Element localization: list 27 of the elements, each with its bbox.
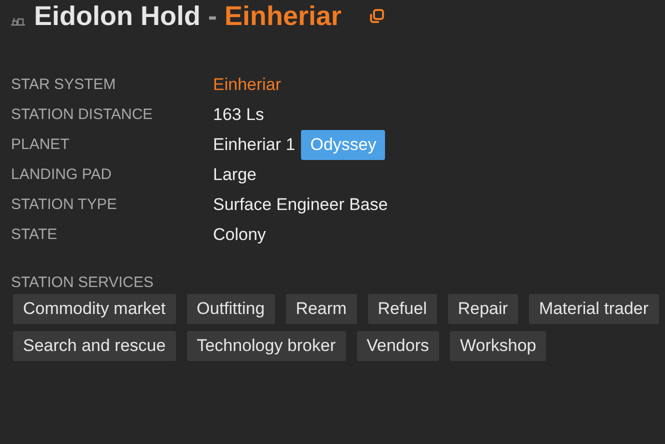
service-tag: Outfitting: [186, 294, 275, 324]
service-tag: Rearm: [286, 294, 357, 324]
service-tag: Material trader: [528, 294, 659, 324]
field-value: Colony: [213, 224, 266, 246]
service-tag: Workshop: [450, 331, 546, 361]
service-tag: Technology broker: [186, 331, 346, 361]
service-tag: Refuel: [368, 294, 437, 324]
service-tag: Vendors: [356, 331, 440, 361]
field-label: STATION DISTANCE: [11, 104, 154, 125]
station-title: Eidolon Hold - Einheriar: [34, 0, 342, 33]
field-label: STATION TYPE: [11, 194, 118, 215]
field-value: 163 Ls: [213, 104, 264, 126]
station-icon: [10, 16, 26, 26]
service-tag: Search and rescue: [13, 331, 176, 361]
field-value: Large: [213, 164, 256, 186]
copy-icon[interactable]: [370, 9, 384, 23]
service-tag: Commodity market: [13, 294, 176, 324]
field-label: STAR SYSTEM: [11, 74, 117, 95]
service-tag: Repair: [448, 294, 518, 324]
system-link[interactable]: Einheriar: [213, 72, 282, 98]
odyssey-badge: Odyssey: [301, 130, 386, 160]
field-label: PLANET: [11, 134, 70, 155]
field-label: STATE: [11, 224, 58, 245]
field-label: LANDING PAD: [11, 164, 113, 185]
field-value: Einheriar 1: [213, 134, 296, 156]
field-value: Surface Engineer Base: [213, 194, 388, 216]
section-heading: STATION SERVICES: [11, 273, 155, 293]
